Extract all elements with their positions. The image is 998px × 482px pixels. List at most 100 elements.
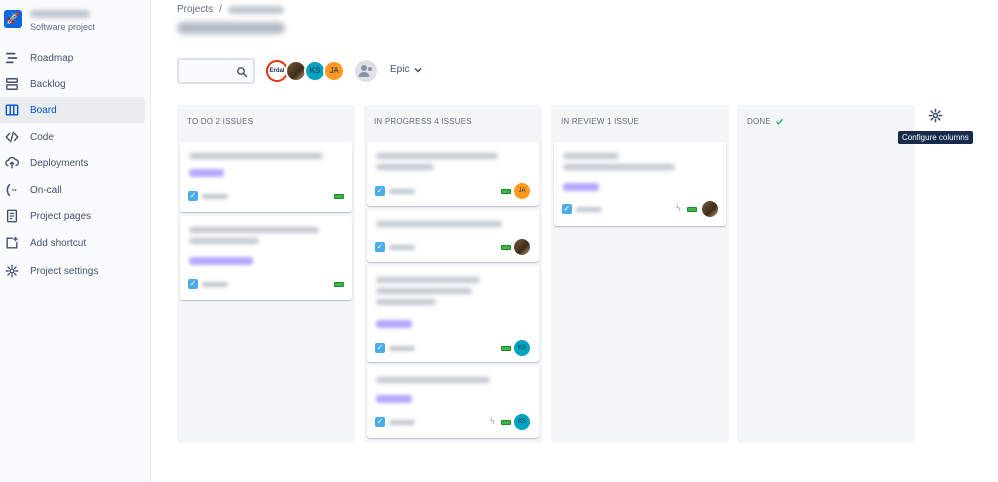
priority-medium-icon — [501, 189, 511, 194]
lightning-icon: ϟ — [676, 203, 681, 213]
issue-card[interactable]: ✓ — [180, 142, 352, 212]
card-summary-redacted — [189, 153, 323, 159]
sidebar-item-label: Project settings — [30, 265, 99, 277]
sidebar-item-project-settings[interactable]: Project settings — [0, 258, 145, 284]
epic-label-redacted — [189, 257, 253, 265]
column-title: IN REVIEW 1 ISSUE — [561, 117, 640, 126]
priority-medium-icon — [334, 282, 344, 287]
sidebar-item-deployments[interactable]: Deployments — [0, 150, 145, 176]
column-header: DONE — [747, 117, 784, 126]
column-header: TO DO 2 ISSUES — [187, 117, 253, 126]
issue-key-redacted — [389, 346, 415, 351]
card-summary-redacted — [376, 299, 436, 305]
breadcrumb-projects-link[interactable]: Projects — [177, 4, 213, 15]
issue-key-redacted — [389, 189, 415, 194]
add-people-icon — [358, 65, 372, 77]
assignee-avatar-ks[interactable]: KS — [514, 414, 530, 430]
task-type-icon: ✓ — [375, 343, 385, 353]
epic-dropdown[interactable]: Epic — [390, 64, 422, 75]
epic-label: Epic — [390, 64, 410, 75]
assignee-avatar-photo[interactable] — [514, 239, 530, 255]
sidebar-item-label: Backlog — [30, 78, 66, 90]
card-summary-redacted — [563, 164, 675, 170]
column-title: TO DO 2 ISSUES — [187, 117, 254, 126]
card-summary-redacted — [189, 227, 319, 233]
column-title: IN PROGRESS 4 ISSUES — [374, 117, 472, 126]
gear-icon — [928, 108, 942, 122]
issue-card[interactable]: ✓ JA — [367, 142, 539, 206]
card-summary-redacted — [563, 153, 619, 159]
priority-medium-icon — [334, 194, 344, 199]
assignee-avatar-ks[interactable]: KS — [514, 340, 530, 356]
issue-card[interactable]: ✓ ϟ KS — [367, 366, 539, 438]
board-icon — [4, 102, 20, 118]
sidebar-item-label: Project pages — [30, 210, 92, 222]
project-pages-icon — [4, 208, 20, 224]
lightning-icon: ϟ — [490, 416, 495, 426]
rocket-icon: 🚀 — [4, 10, 22, 28]
sidebar-item-on-call[interactable]: On-call — [0, 177, 145, 203]
card-summary-redacted — [376, 288, 472, 294]
page-title-redacted — [177, 22, 285, 34]
project-type: Software project — [30, 22, 96, 32]
assignee-avatar-photo[interactable] — [702, 201, 718, 217]
card-summary-redacted — [376, 164, 434, 170]
sidebar-item-code[interactable]: Code — [0, 124, 145, 150]
epic-label-redacted — [189, 169, 224, 177]
project-name-redacted — [30, 10, 90, 18]
task-type-icon: ✓ — [188, 191, 198, 201]
assignee-filter-avatars: Erdal KS JA — [266, 60, 345, 82]
issue-key-redacted — [202, 194, 228, 199]
deployments-icon — [4, 155, 20, 171]
search-input[interactable] — [177, 58, 255, 84]
sidebar-item-board[interactable]: Board — [0, 97, 145, 123]
issue-card[interactable]: ✓ KS — [367, 266, 539, 362]
add-people-button[interactable] — [355, 60, 377, 82]
roadmap-icon — [4, 50, 20, 66]
task-type-icon: ✓ — [375, 242, 385, 252]
card-summary-redacted — [189, 238, 259, 244]
priority-medium-icon — [501, 420, 511, 425]
on-call-icon — [4, 182, 20, 198]
breadcrumb: Projects / — [177, 4, 284, 15]
checkmark-icon — [775, 118, 783, 125]
project-header[interactable]: 🚀 Software project — [4, 8, 144, 36]
issue-key-redacted — [576, 207, 602, 212]
issue-card[interactable]: ✓ — [180, 216, 352, 300]
sidebar-item-label: Add shortcut — [30, 237, 87, 249]
card-summary-redacted — [376, 277, 480, 283]
card-summary-redacted — [376, 153, 498, 159]
priority-medium-icon — [501, 346, 511, 351]
issue-card[interactable]: ✓ — [367, 210, 539, 262]
column-header: IN PROGRESS 4 ISSUES — [374, 117, 472, 126]
column-title: DONE — [747, 117, 771, 126]
task-type-icon: ✓ — [375, 186, 385, 196]
sidebar-item-project-pages[interactable]: Project pages — [0, 203, 145, 229]
avatar-ja[interactable]: JA — [323, 60, 345, 82]
column-in-progress: IN PROGRESS 4 ISSUES ✓ JA ✓ ✓ KS ✓ ϟ KS — [364, 105, 542, 443]
task-type-icon: ✓ — [188, 279, 198, 289]
backlog-icon — [4, 76, 20, 92]
card-summary-redacted — [376, 377, 490, 383]
configure-columns-button[interactable] — [925, 105, 945, 125]
sidebar-item-label: On-call — [30, 184, 62, 196]
search-icon — [236, 65, 248, 78]
priority-medium-icon — [687, 207, 697, 212]
code-icon — [4, 129, 20, 145]
assignee-avatar-ja[interactable]: JA — [514, 183, 530, 199]
breadcrumb-separator: / — [219, 4, 222, 15]
sidebar: 🚀 Software project Roadmap Backlog Board… — [0, 0, 151, 482]
sidebar-item-add-shortcut[interactable]: Add shortcut — [0, 230, 145, 256]
sidebar-item-roadmap[interactable]: Roadmap — [0, 45, 145, 71]
issue-card[interactable]: ✓ ϟ — [554, 142, 726, 226]
sidebar-item-label: Board — [30, 104, 57, 116]
chevron-down-icon — [414, 67, 422, 73]
add-shortcut-icon — [4, 235, 20, 251]
breadcrumb-project-redacted[interactable] — [227, 5, 284, 14]
issue-key-redacted — [389, 420, 415, 425]
issue-key-redacted — [389, 245, 415, 250]
column-done: DONE — [737, 105, 915, 443]
sidebar-item-backlog[interactable]: Backlog — [0, 71, 145, 97]
column-header: IN REVIEW 1 ISSUE — [561, 117, 639, 126]
sidebar-item-label: Deployments — [30, 157, 89, 169]
